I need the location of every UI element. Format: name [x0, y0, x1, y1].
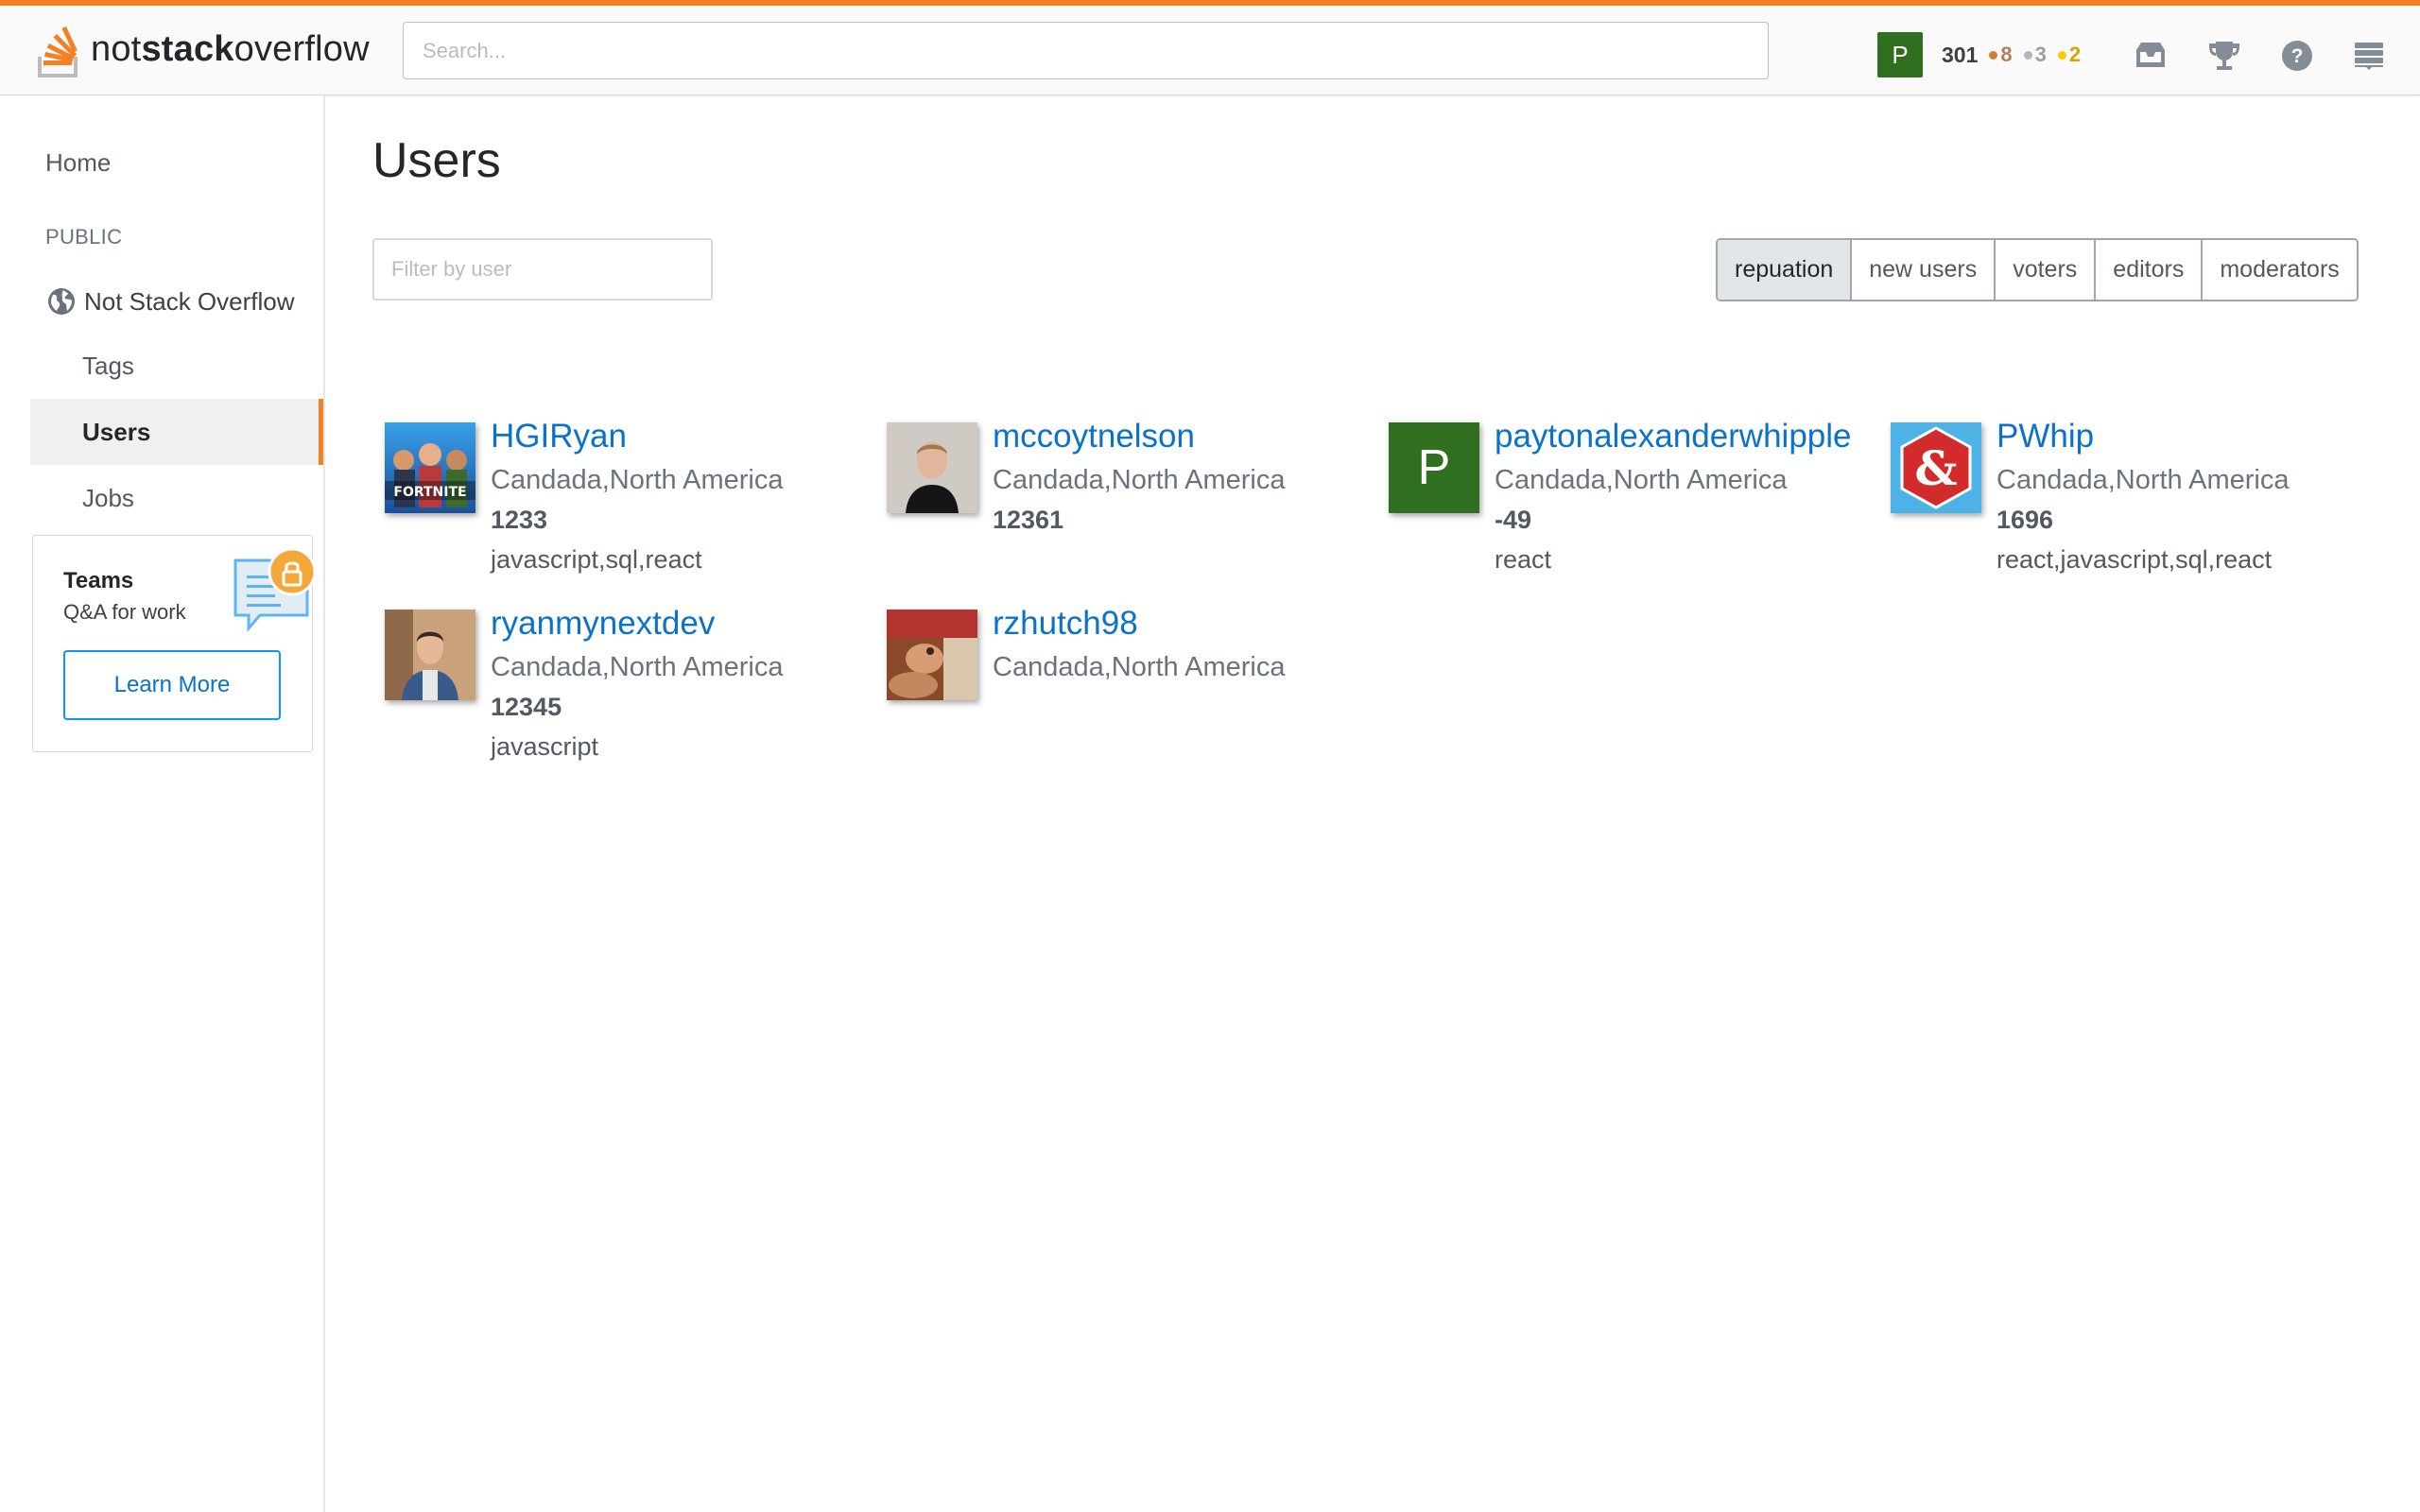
site-switcher-icon[interactable]	[2349, 36, 2389, 76]
user-location: Candada,North America	[1495, 465, 1788, 495]
user-card: & PWhip Candada,North America 1696 react…	[1891, 418, 2382, 602]
user-reputation: 1696	[1996, 506, 2054, 534]
search-input[interactable]	[403, 22, 1769, 79]
tab-new-users[interactable]: new users	[1850, 240, 1995, 300]
filter-users-input[interactable]	[372, 238, 713, 301]
teams-promo: Teams Q&A for work Learn More	[32, 535, 317, 752]
user-card: P paytonalexanderwhipple Candada,North A…	[1389, 418, 1880, 602]
silver-badge-icon	[2023, 50, 2032, 60]
nav-site-label: Not Stack Overflow	[84, 286, 295, 316]
globe-icon	[48, 288, 75, 315]
reputation-count: 301	[1942, 42, 1979, 67]
silver-badge: 3	[2023, 43, 2047, 67]
page-title: Users	[372, 133, 501, 188]
user-avatar[interactable]	[887, 422, 977, 513]
logo-text-bold: stack	[141, 28, 234, 69]
tab-reputation[interactable]: repuation	[1718, 240, 1851, 300]
tab-moderators[interactable]: moderators	[2201, 240, 2357, 300]
user-location: Candada,North America	[993, 465, 1286, 495]
user-avatar[interactable]	[887, 610, 977, 700]
user-reputation: -49	[1495, 506, 1532, 534]
teams-subtitle: Q&A for work	[63, 600, 186, 624]
teams-chat-lock-icon	[233, 547, 317, 633]
user-location: Candada,North America	[993, 652, 1286, 682]
user-name-link[interactable]: HGIRyan	[491, 418, 627, 455]
user-name-link[interactable]: mccoytnelson	[993, 418, 1195, 455]
gold-badge-count: 2	[2068, 43, 2082, 66]
user-tags: javascript	[491, 732, 599, 761]
user-card: ryanmynextdev Candada,North America 1234…	[385, 605, 876, 789]
silver-badge-count: 3	[2034, 43, 2047, 66]
user-location: Candada,North America	[491, 465, 784, 495]
gold-badge: 2	[2057, 43, 2082, 67]
svg-text:?: ?	[2291, 45, 2304, 67]
logo-text-tail: overflow	[233, 28, 370, 69]
user-card: rzhutch98 Candada,North America	[887, 605, 1378, 789]
user-card: mccoytnelson Candada,North America 12361	[887, 418, 1378, 602]
avatar-ampersand-text: &	[1914, 440, 1957, 496]
sidebar-item-jobs[interactable]: Jobs	[30, 465, 323, 531]
bronze-badge: 8	[1989, 43, 2013, 67]
avatar-fortnite-text: FORTNITE	[393, 485, 466, 500]
user-location: Candada,North America	[491, 652, 784, 682]
teams-title: Teams	[63, 568, 134, 593]
user-avatar-letter: P	[1389, 422, 1479, 513]
inbox-icon[interactable]	[2131, 36, 2170, 76]
avatar[interactable]: P	[1877, 32, 1923, 77]
user-avatar[interactable]: FORTNITE	[385, 422, 475, 513]
user-avatar[interactable]: &	[1891, 422, 1981, 513]
user-tags: react,javascript,sql,react	[1996, 545, 2273, 574]
user-avatar[interactable]	[385, 610, 475, 700]
user-tags: javascript,sql,react	[491, 545, 702, 574]
nav-site-link[interactable]: Not Stack Overflow	[45, 283, 295, 320]
user-name-link[interactable]: paytonalexanderwhipple	[1495, 418, 1852, 455]
tab-editors[interactable]: editors	[2094, 240, 2202, 300]
tab-voters[interactable]: voters	[1994, 240, 2095, 300]
logo-icon	[38, 26, 78, 77]
user-avatar[interactable]: P	[1389, 422, 1479, 513]
user-reputation: 12361	[993, 506, 1064, 534]
user-reputation: 12345	[491, 693, 562, 721]
help-icon[interactable]: ?	[2277, 36, 2317, 76]
user-reputation: 1233	[491, 506, 548, 534]
user-sort-tabs: repuation new users voters editors moder…	[1716, 238, 2359, 301]
learn-more-button[interactable]: Learn More	[63, 650, 281, 720]
user-name-link[interactable]: PWhip	[1996, 418, 2094, 455]
user-name-link[interactable]: ryanmynextdev	[491, 605, 715, 643]
achievements-icon[interactable]	[2204, 36, 2244, 76]
left-sidebar: Home PUBLIC Not Stack Overflow Tags User…	[0, 95, 325, 1512]
top-bar: notstackoverflow P 301 8 3 2 ?	[0, 0, 2420, 95]
nav-public-heading: PUBLIC	[45, 225, 123, 249]
logo-text: notstackoverflow	[91, 29, 370, 70]
user-tags: react	[1495, 545, 1552, 574]
sidebar-item-tags[interactable]: Tags	[30, 333, 323, 399]
user-card: FORTNITE HGIRyan Candada,North America 1…	[385, 418, 876, 602]
nav-home[interactable]: Home	[45, 148, 111, 178]
user-location: Candada,North America	[1996, 465, 2290, 495]
logo-text-plain: not	[91, 28, 142, 69]
user-name-link[interactable]: rzhutch98	[993, 605, 1138, 643]
bronze-badge-icon	[1989, 50, 1998, 60]
bronze-badge-count: 8	[2000, 43, 2013, 66]
site-logo[interactable]: notstackoverflow	[38, 19, 370, 79]
sidebar-item-users[interactable]: Users	[30, 399, 323, 465]
user-summary[interactable]: P 301 8 3 2	[1877, 32, 2081, 77]
gold-badge-icon	[2057, 50, 2066, 60]
